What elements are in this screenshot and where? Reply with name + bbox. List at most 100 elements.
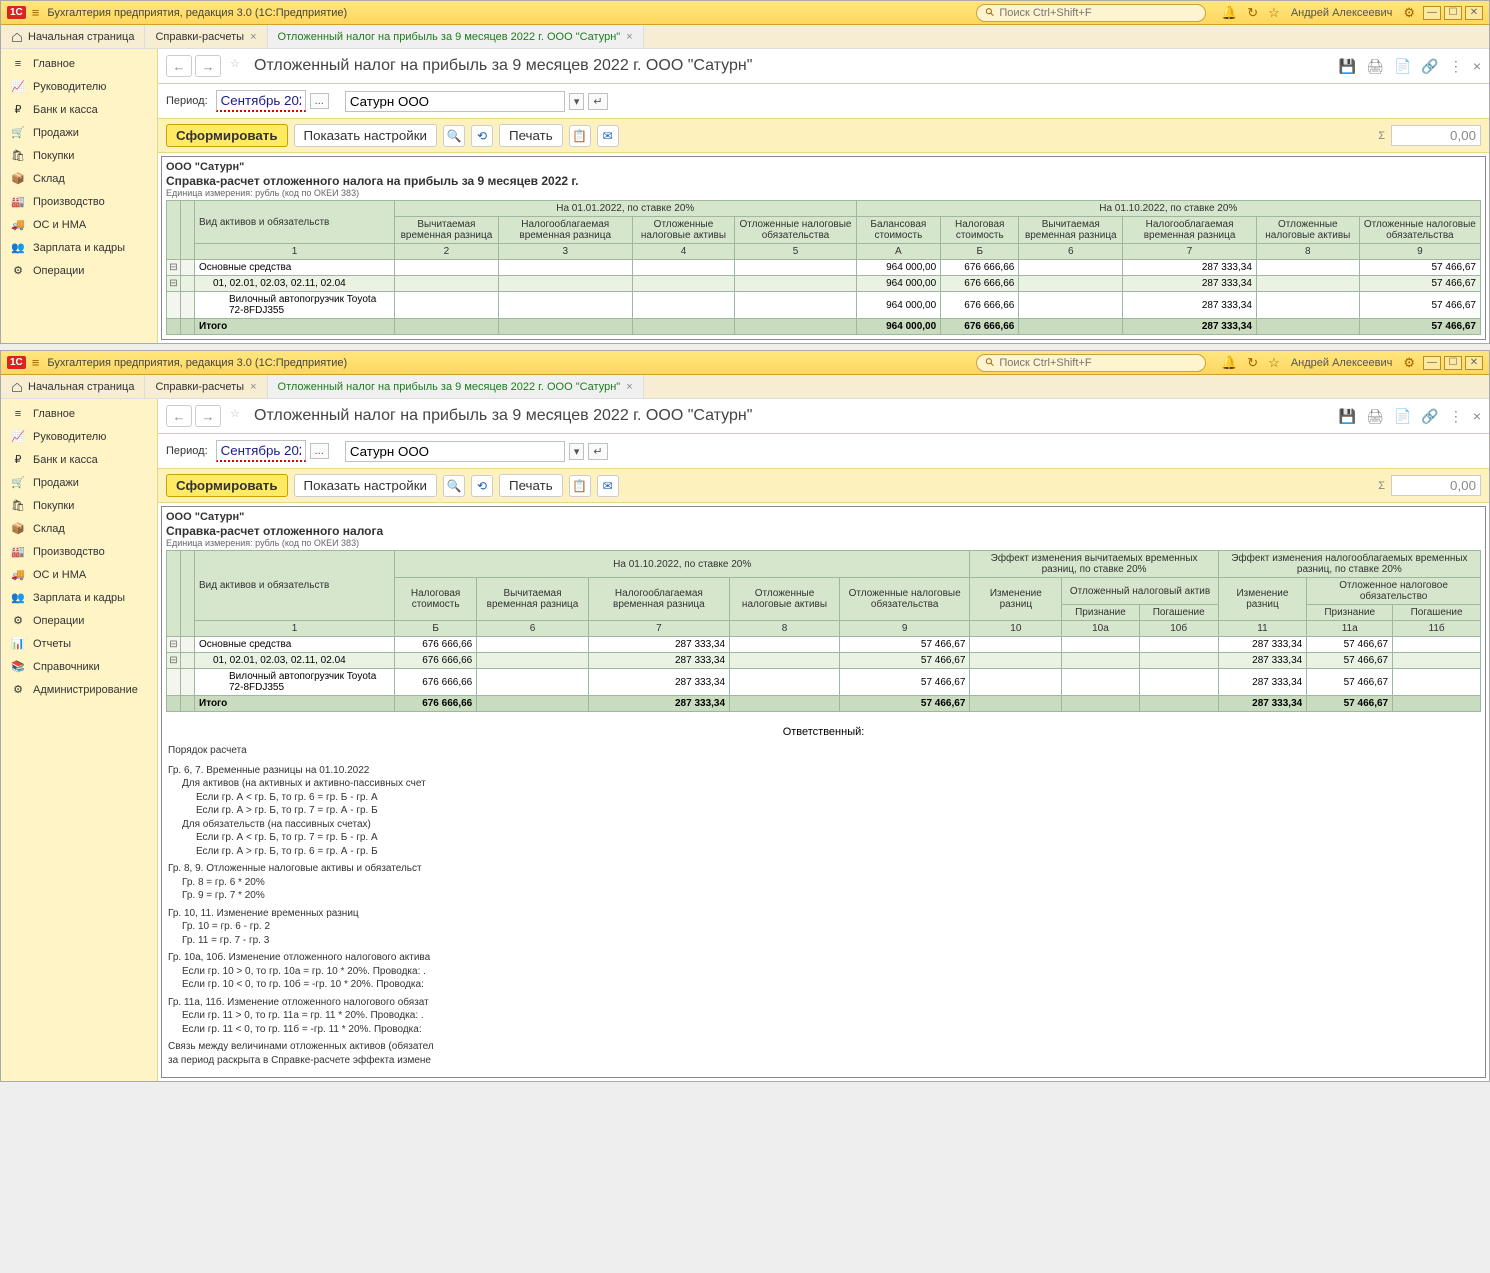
global-search[interactable] <box>976 4 1206 22</box>
period-input[interactable] <box>216 440 306 462</box>
bell-icon[interactable]: 🔔 <box>1221 355 1237 371</box>
sigma-icon[interactable]: Σ <box>1378 130 1385 142</box>
close-icon[interactable]: × <box>250 31 256 43</box>
tab-home[interactable]: Начальная страница <box>1 25 145 48</box>
tab-home[interactable]: Начальная страница <box>1 375 145 398</box>
period-picker-button[interactable]: ... <box>310 93 329 109</box>
mail-icon[interactable]: ✉ <box>597 475 619 497</box>
sidebar-item[interactable]: 🛍Покупки <box>1 494 157 517</box>
more-icon[interactable]: ⋮ <box>1449 408 1463 425</box>
sidebar-item[interactable]: ₽Банк и касса <box>1 98 157 121</box>
star-icon[interactable]: ☆ <box>1268 5 1280 21</box>
refresh-icon[interactable]: ⟲ <box>471 125 493 147</box>
sidebar-item[interactable]: 📦Склад <box>1 517 157 540</box>
sum-field[interactable] <box>1391 475 1481 496</box>
link-icon[interactable]: 🔗 <box>1421 58 1438 75</box>
tab-references[interactable]: Справки-расчеты × <box>145 375 267 398</box>
period-picker-button[interactable]: ... <box>310 443 329 459</box>
table-row[interactable]: Вилочный автопогрузчик Toyota 72-8FDJ355… <box>167 292 1481 319</box>
org-dropdown-button[interactable]: ▾ <box>569 443 585 460</box>
sidebar-item[interactable]: 📦Склад <box>1 167 157 190</box>
sidebar-item[interactable]: 📈Руководителю <box>1 425 157 448</box>
table-row[interactable]: ⊟01, 02.01, 02.03, 02.11, 02.04964 000,0… <box>167 276 1481 292</box>
sidebar-item[interactable]: ₽Банк и касса <box>1 448 157 471</box>
sidebar-item[interactable]: 🏭Производство <box>1 190 157 213</box>
settings-icon[interactable]: ⚙ <box>1403 355 1415 371</box>
history-icon[interactable]: ↻ <box>1247 5 1258 21</box>
window-maximize[interactable]: ☐ <box>1444 6 1462 20</box>
org-dropdown-button[interactable]: ▾ <box>569 93 585 110</box>
show-settings-button[interactable]: Показать настройки <box>294 474 437 497</box>
sidebar-item[interactable]: 🚚ОС и НМА <box>1 563 157 586</box>
save-report-icon[interactable]: 📋 <box>569 475 591 497</box>
star-icon[interactable]: ☆ <box>1268 355 1280 371</box>
print-icon[interactable]: 🖨 <box>1366 58 1384 75</box>
sidebar-item[interactable]: 📈Руководителю <box>1 75 157 98</box>
show-settings-button[interactable]: Показать настройки <box>294 124 437 147</box>
table-row[interactable]: Вилочный автопогрузчик Toyota 72-8FDJ355… <box>167 669 1481 696</box>
sigma-icon[interactable]: Σ <box>1378 480 1385 492</box>
close-icon[interactable]: × <box>626 381 632 393</box>
favorite-icon[interactable]: ☆ <box>230 407 248 425</box>
sidebar-item[interactable]: 🚚ОС и НМА <box>1 213 157 236</box>
close-form-icon[interactable]: × <box>1473 58 1481 75</box>
nav-forward-button[interactable]: → <box>195 55 221 77</box>
export-icon[interactable]: 📄 <box>1394 58 1411 75</box>
history-icon[interactable]: ↻ <box>1247 355 1258 371</box>
export-icon[interactable]: 📄 <box>1394 408 1411 425</box>
save-icon[interactable]: 💾 <box>1339 58 1356 75</box>
org-open-button[interactable]: ↵ <box>588 443 607 460</box>
print-button[interactable]: Печать <box>499 474 563 497</box>
nav-forward-button[interactable]: → <box>195 405 221 427</box>
sidebar-item[interactable]: ≡Главное <box>1 403 157 425</box>
find-icon[interactable]: 🔍 <box>443 475 465 497</box>
menu-icon[interactable]: ≡ <box>32 5 40 20</box>
form-button[interactable]: Сформировать <box>166 124 288 147</box>
user-name[interactable]: Андрей Алексеевич <box>1291 357 1393 369</box>
sum-field[interactable] <box>1391 125 1481 146</box>
table-row[interactable]: ⊟Основные средства676 666,66287 333,3457… <box>167 637 1481 653</box>
window-close[interactable]: ✕ <box>1465 6 1483 20</box>
save-report-icon[interactable]: 📋 <box>569 125 591 147</box>
tab-deferred-tax[interactable]: Отложенный налог на прибыль за 9 месяцев… <box>268 375 644 398</box>
nav-back-button[interactable]: ← <box>166 55 192 77</box>
tab-references[interactable]: Справки-расчеты × <box>145 25 267 48</box>
global-search[interactable] <box>976 354 1206 372</box>
search-input[interactable] <box>999 7 1197 19</box>
save-icon[interactable]: 💾 <box>1339 408 1356 425</box>
window-minimize[interactable]: — <box>1423 356 1441 370</box>
sidebar-item[interactable]: 👥Зарплата и кадры <box>1 236 157 259</box>
print-icon[interactable]: 🖨 <box>1366 408 1384 425</box>
org-input[interactable] <box>345 91 565 112</box>
menu-icon[interactable]: ≡ <box>32 355 40 370</box>
bell-icon[interactable]: 🔔 <box>1221 5 1237 21</box>
window-close[interactable]: ✕ <box>1465 356 1483 370</box>
link-icon[interactable]: 🔗 <box>1421 408 1438 425</box>
close-form-icon[interactable]: × <box>1473 408 1481 425</box>
table-row[interactable]: ⊟Основные средства964 000,00676 666,6628… <box>167 260 1481 276</box>
refresh-icon[interactable]: ⟲ <box>471 475 493 497</box>
sidebar-item[interactable]: ⚙Администрирование <box>1 678 157 701</box>
favorite-icon[interactable]: ☆ <box>230 57 248 75</box>
find-icon[interactable]: 🔍 <box>443 125 465 147</box>
sidebar-item[interactable]: 🛒Продажи <box>1 471 157 494</box>
sidebar-item[interactable]: ⚙Операции <box>1 259 157 282</box>
form-button[interactable]: Сформировать <box>166 474 288 497</box>
tab-deferred-tax[interactable]: Отложенный налог на прибыль за 9 месяцев… <box>268 25 644 48</box>
org-input[interactable] <box>345 441 565 462</box>
search-input[interactable] <box>999 357 1197 369</box>
close-icon[interactable]: × <box>250 381 256 393</box>
sidebar-item[interactable]: 🏭Производство <box>1 540 157 563</box>
period-input[interactable] <box>216 90 306 112</box>
sidebar-item[interactable]: 📊Отчеты <box>1 632 157 655</box>
window-maximize[interactable]: ☐ <box>1444 356 1462 370</box>
mail-icon[interactable]: ✉ <box>597 125 619 147</box>
org-open-button[interactable]: ↵ <box>588 93 607 110</box>
sidebar-item[interactable]: 👥Зарплата и кадры <box>1 586 157 609</box>
sidebar-item[interactable]: ⚙Операции <box>1 609 157 632</box>
sidebar-item[interactable]: ≡Главное <box>1 53 157 75</box>
more-icon[interactable]: ⋮ <box>1449 58 1463 75</box>
close-icon[interactable]: × <box>626 31 632 43</box>
sidebar-item[interactable]: 🛍Покупки <box>1 144 157 167</box>
table-row[interactable]: ⊟01, 02.01, 02.03, 02.11, 02.04676 666,6… <box>167 653 1481 669</box>
